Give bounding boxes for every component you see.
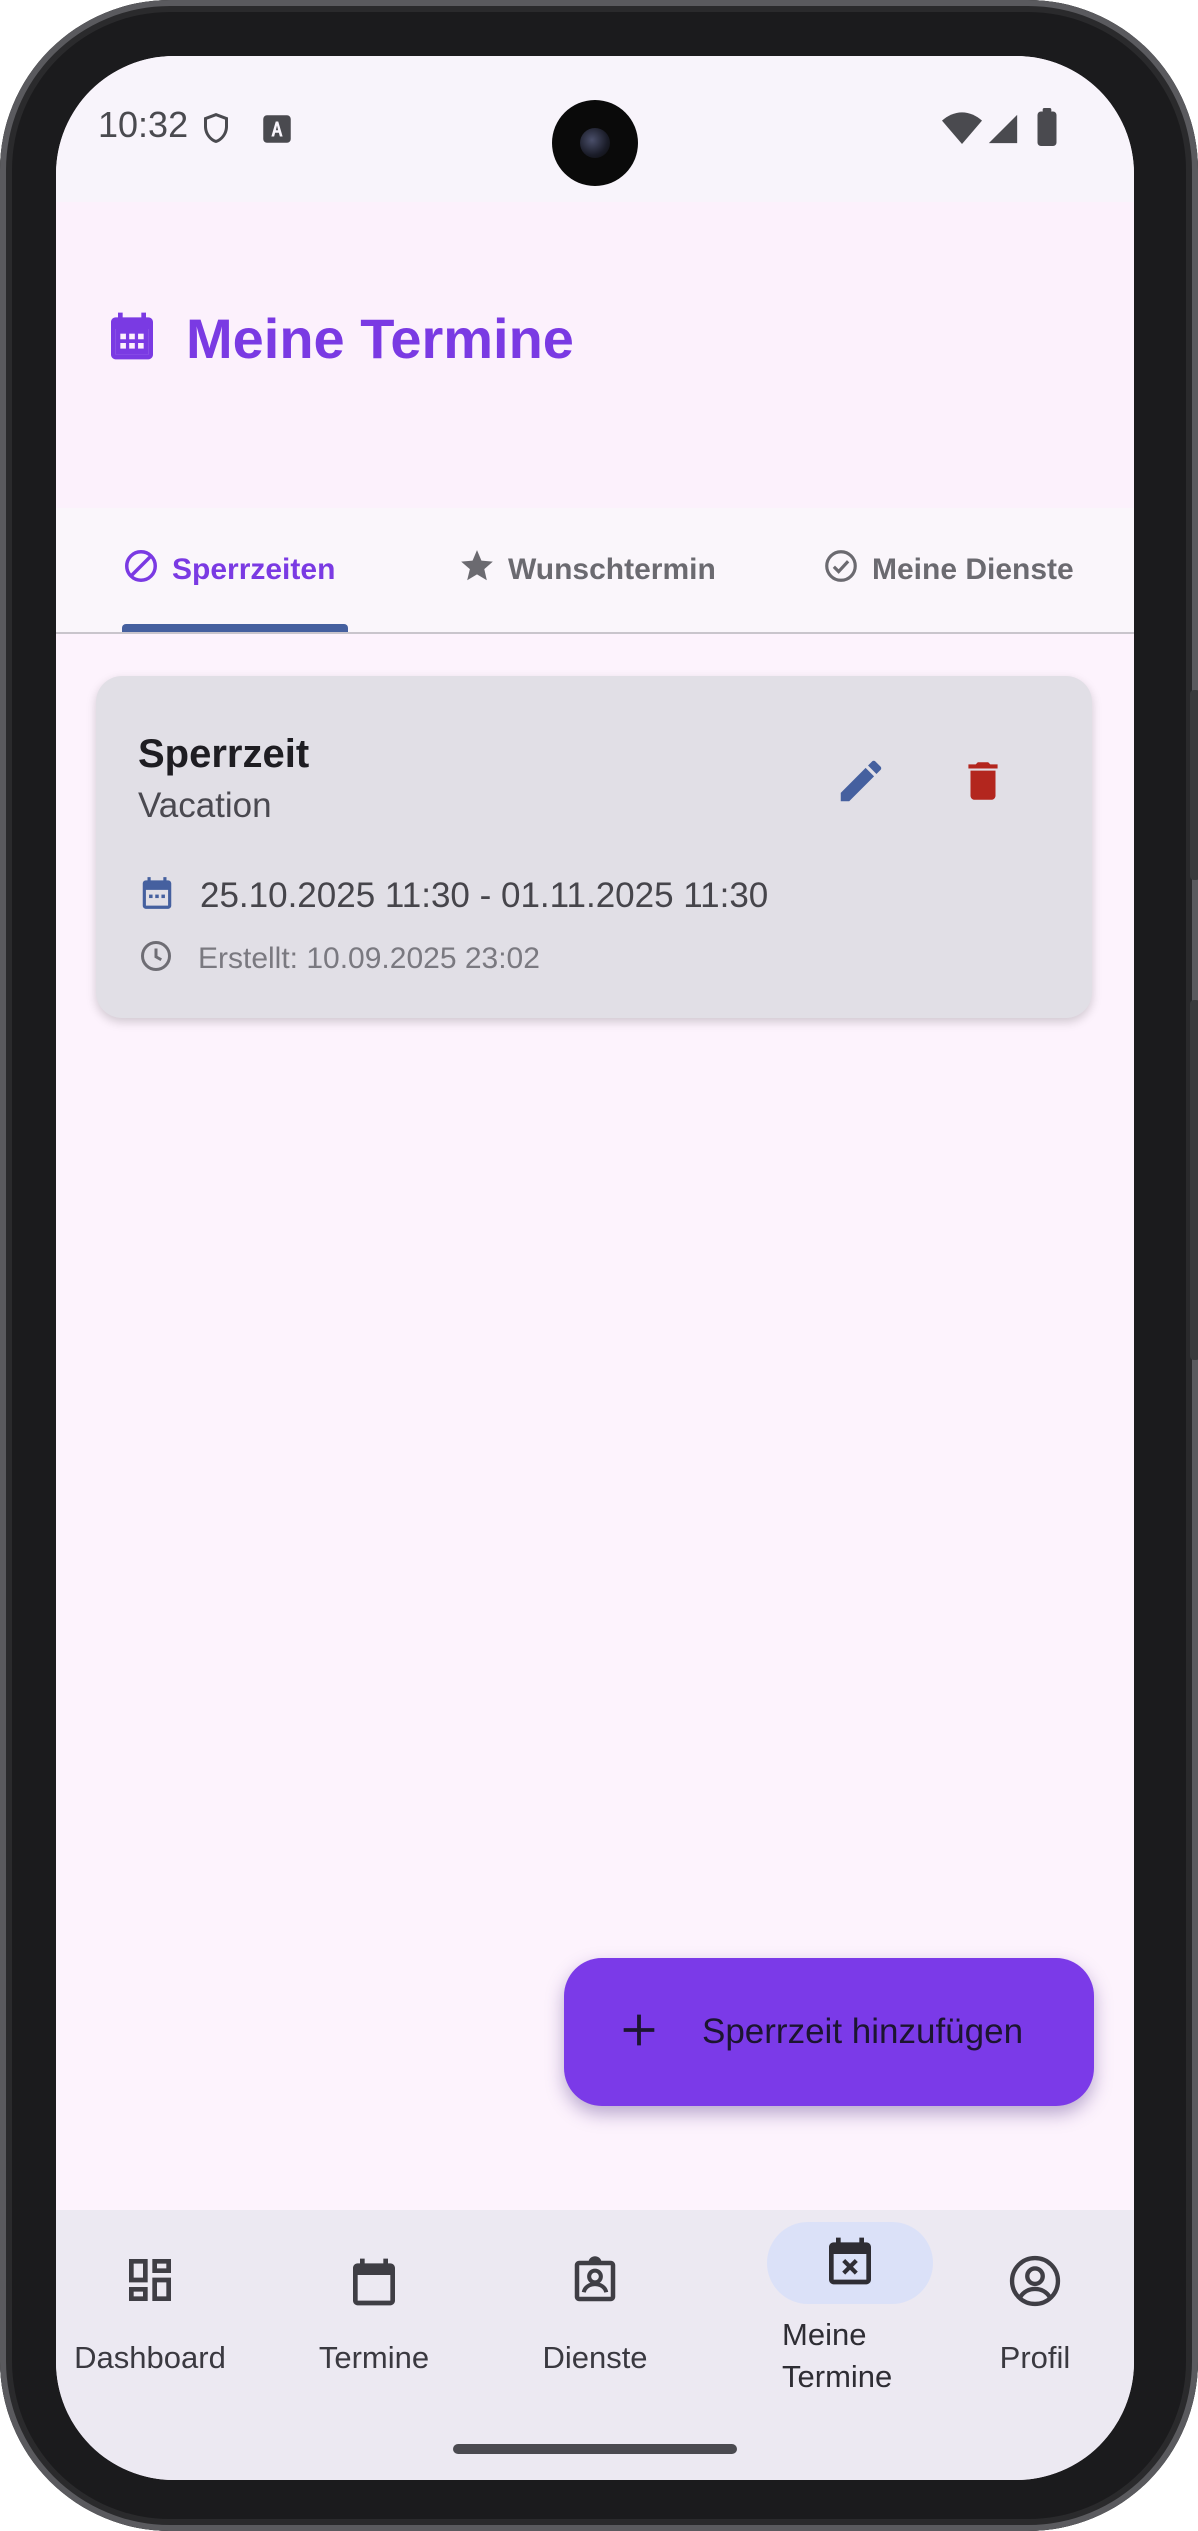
nav-label: Termine: [318, 2340, 430, 2375]
created-timestamp: Erstellt: 10.09.2025 23:02: [198, 941, 540, 975]
dashboard-icon: [122, 2252, 178, 2313]
nav-label: Profil: [999, 2340, 1071, 2375]
screen: 10:32 Meine Termine Sperrzeiten Wunschte…: [56, 56, 1134, 2480]
calendar-x-icon: [822, 2232, 878, 2295]
calendar-icon: [104, 307, 160, 370]
plus-icon: [616, 2007, 662, 2058]
tab-sperrzeiten[interactable]: Sperrzeiten: [122, 508, 335, 632]
tab-bar: Sperrzeiten Wunschtermin Meine Dienste: [56, 508, 1134, 634]
phone-frame: 10:32 Meine Termine Sperrzeiten Wunschte…: [0, 0, 1198, 2531]
fab-label: Sperrzeit hinzufügen: [702, 2012, 1024, 2051]
wifi-icon: [942, 112, 982, 151]
status-bar: 10:32: [56, 56, 1134, 202]
font-a-icon: [262, 114, 292, 149]
nav-dashboard[interactable]: Dashboard: [56, 2210, 250, 2430]
star-icon: [458, 547, 496, 593]
date-range-row: 25.10.2025 11:30 - 01.11.2025 11:30: [138, 874, 768, 917]
account-circle-icon: [1006, 2252, 1064, 2315]
battery-icon: [1036, 108, 1058, 151]
tab-label: Wunschtermin: [508, 553, 716, 586]
date-range: 25.10.2025 11:30 - 01.11.2025 11:30: [200, 875, 769, 915]
created-row: Erstellt: 10.09.2025 23:02: [138, 938, 540, 979]
tab-label: Meine Dienste: [872, 553, 1074, 586]
front-camera: [552, 100, 638, 186]
status-time: 10:32: [98, 104, 189, 145]
page-title: Meine Termine: [186, 307, 574, 370]
tab-wunschtermin[interactable]: Wunschtermin: [458, 508, 716, 632]
edit-button[interactable]: [826, 748, 896, 818]
volume-button: [1190, 1000, 1198, 1360]
power-button: [1190, 690, 1198, 880]
card-subtitle: Vacation: [138, 786, 272, 825]
card-title: Sperrzeit: [138, 732, 310, 776]
delete-button[interactable]: [948, 748, 1018, 818]
clock-icon: [138, 938, 174, 979]
calendar-small-icon: [138, 874, 176, 917]
active-tab-indicator: [122, 624, 348, 632]
nav-label: Dienste: [542, 2340, 648, 2375]
block-icon: [122, 547, 160, 593]
nav-profil[interactable]: Profil: [935, 2210, 1134, 2430]
shield-icon: [198, 110, 234, 151]
pencil-icon: [834, 754, 888, 813]
nav-dienste[interactable]: Dienste: [495, 2210, 695, 2430]
check-circle-icon: [822, 547, 860, 593]
nav-label: Dashboard: [74, 2340, 226, 2375]
tab-meine-dienste[interactable]: Meine Dienste: [822, 508, 1074, 632]
badge-icon: [568, 2252, 622, 2315]
nav-termine[interactable]: Termine: [274, 2210, 474, 2430]
add-sperrzeit-button[interactable]: Sperrzeit hinzufügen: [564, 1958, 1094, 2106]
page-title-row: Meine Termine: [104, 306, 574, 371]
signal-icon: [986, 112, 1020, 151]
sperrzeit-card[interactable]: Sperrzeit Vacation 25.10.2025 11:30 - 01…: [96, 676, 1092, 1018]
trash-icon: [958, 753, 1008, 814]
home-indicator[interactable]: [453, 2444, 737, 2454]
tab-label: Sperrzeiten: [172, 553, 336, 586]
calendar-blank-icon: [346, 2252, 402, 2317]
bottom-navigation: Dashboard Termine Dienste Meine Termine …: [56, 2210, 1134, 2480]
